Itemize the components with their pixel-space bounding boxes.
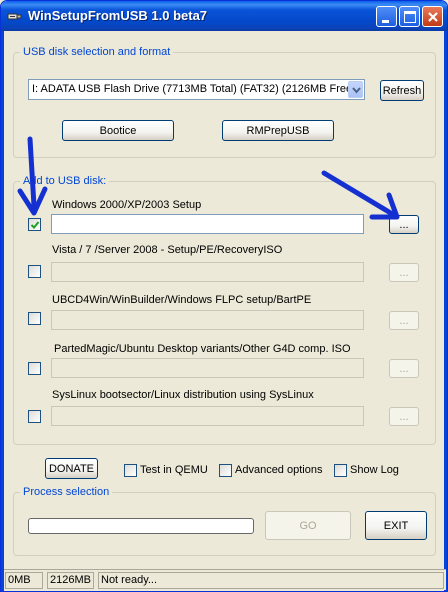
browse-button[interactable]: ...: [389, 311, 419, 330]
source-path-input[interactable]: [51, 214, 364, 234]
source-checkbox[interactable]: [28, 218, 41, 231]
browse-button[interactable]: ...: [389, 359, 419, 378]
source-label: SysLinux bootsector/Linux distribution u…: [52, 389, 314, 401]
usb-plug-icon: [7, 8, 23, 24]
status-used: 0MB: [5, 572, 43, 589]
show-log-checkbox[interactable]: [334, 464, 347, 477]
maximize-button[interactable]: [399, 6, 420, 27]
source-path-input[interactable]: [51, 262, 364, 282]
source-path-input[interactable]: [51, 406, 364, 426]
exit-button[interactable]: EXIT: [365, 511, 427, 540]
window-title: WinSetupFromUSB 1.0 beta7: [28, 8, 208, 23]
usb-disk-group: USB disk selection and format I: ADATA U…: [13, 46, 436, 158]
status-bar: 0MB 2126MB Not ready...: [4, 569, 446, 590]
chevron-down-icon[interactable]: [348, 81, 363, 98]
add-to-usb-group-legend: Add to USB disk:: [20, 175, 110, 188]
test-qemu-label: Test in QEMU: [140, 464, 208, 476]
source-path-input[interactable]: [51, 358, 364, 378]
close-button[interactable]: [422, 6, 443, 27]
show-log-label: Show Log: [350, 464, 399, 476]
usb-disk-select[interactable]: I: ADATA USB Flash Drive (7713MB Total) …: [28, 79, 365, 100]
go-button[interactable]: GO: [265, 511, 351, 540]
source-checkbox[interactable]: [28, 410, 41, 423]
status-free: 2126MB: [47, 572, 94, 589]
bootice-button[interactable]: Bootice: [62, 120, 174, 141]
source-label: Windows 2000/XP/2003 Setup: [52, 199, 202, 211]
rmprepusb-button[interactable]: RMPrepUSB: [222, 120, 334, 141]
source-checkbox[interactable]: [28, 265, 41, 278]
progress-bar: [28, 518, 254, 534]
maximize-icon: [404, 11, 416, 23]
usb-disk-group-legend: USB disk selection and format: [20, 46, 174, 59]
minimize-button[interactable]: [376, 6, 397, 27]
refresh-button[interactable]: Refresh: [380, 80, 424, 101]
title-bar[interactable]: WinSetupFromUSB 1.0 beta7: [1, 1, 447, 31]
advanced-options-label: Advanced options: [235, 464, 323, 476]
status-message: Not ready...: [98, 572, 444, 589]
checkmark-icon: [30, 221, 40, 229]
donate-button[interactable]: DONATE: [45, 458, 98, 479]
source-checkbox[interactable]: [28, 312, 41, 325]
window-frame-left: [1, 31, 4, 591]
window-frame-right: [444, 31, 447, 591]
source-label: PartedMagic/Ubuntu Desktop variants/Othe…: [54, 343, 351, 355]
test-qemu-checkbox[interactable]: [124, 464, 137, 477]
source-label: UBCD4Win/WinBuilder/Windows FLPC setup/B…: [52, 294, 312, 306]
close-icon: [428, 12, 438, 22]
advanced-options-checkbox[interactable]: [219, 464, 232, 477]
usb-disk-selected-value: I: ADATA USB Flash Drive (7713MB Total) …: [32, 83, 353, 95]
source-checkbox[interactable]: [28, 362, 41, 375]
browse-button[interactable]: ...: [389, 263, 419, 282]
process-selection-legend: Process selection: [20, 486, 113, 499]
source-path-input[interactable]: [51, 310, 364, 330]
browse-button[interactable]: ...: [389, 407, 419, 426]
browse-button[interactable]: ...: [389, 215, 419, 234]
minimize-icon: [382, 20, 389, 23]
main-window: WinSetupFromUSB 1.0 beta7 USB disk selec…: [0, 0, 448, 592]
source-label: Vista / 7 /Server 2008 - Setup/PE/Recove…: [52, 244, 283, 256]
